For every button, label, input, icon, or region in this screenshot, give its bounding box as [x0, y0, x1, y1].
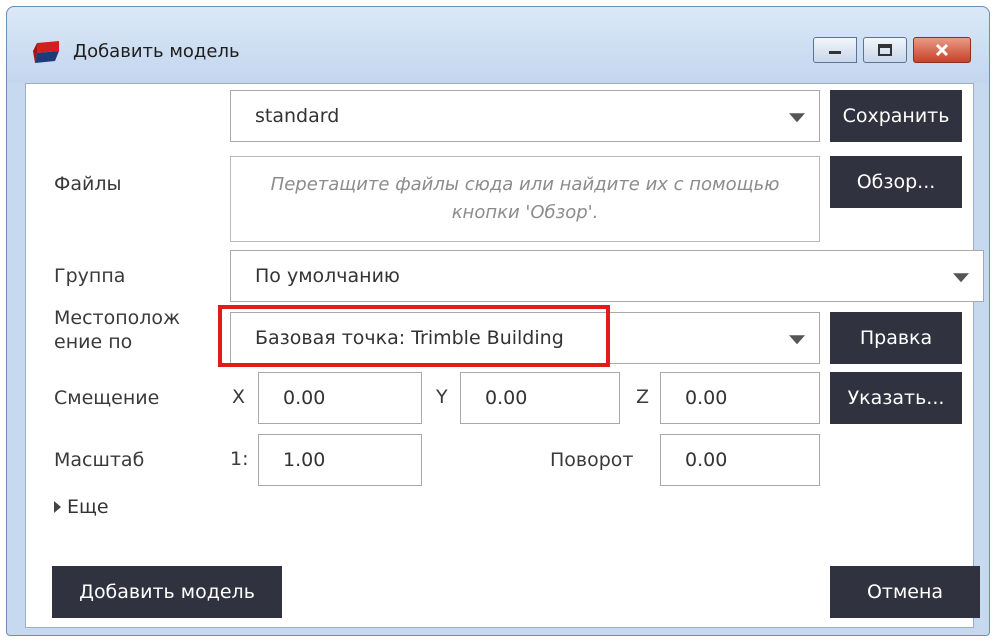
placement-value: Базовая точка: Trimble Building	[255, 327, 564, 349]
save-button[interactable]: Сохранить	[830, 90, 962, 142]
group-value: По умолчанию	[255, 265, 400, 287]
offset-label: Смещение	[54, 387, 160, 409]
more-label: Еще	[67, 496, 109, 518]
z-axis-label: Z	[636, 386, 650, 408]
window-title: Добавить модель	[73, 41, 240, 62]
chevron-down-icon	[953, 273, 969, 283]
chevron-down-icon	[789, 335, 805, 345]
rotation-label: Поворот	[550, 449, 634, 471]
scale-prefix: 1:	[230, 448, 249, 470]
title-bar[interactable]: Добавить модель	[7, 7, 989, 83]
close-icon	[935, 43, 949, 57]
scale-label: Масштаб	[54, 449, 145, 471]
offset-x-input[interactable]: 0.00	[258, 372, 422, 424]
app-logo-icon	[33, 41, 59, 63]
maximize-icon	[878, 44, 892, 56]
template-select[interactable]: standard	[230, 90, 820, 142]
minimize-icon	[829, 51, 841, 54]
browse-button[interactable]: Обзор...	[830, 156, 962, 208]
files-label: Файлы	[54, 173, 122, 195]
files-dropzone[interactable]: Перетащите файлы сюда или найдите их с п…	[230, 156, 820, 242]
cancel-button[interactable]: Отмена	[830, 566, 980, 618]
group-label: Группа	[54, 265, 126, 287]
dialog-content: standard Сохранить Файлы Перетащите файл…	[25, 83, 984, 628]
chevron-down-icon	[789, 113, 805, 123]
pick-button[interactable]: Указать...	[830, 372, 962, 424]
scale-input[interactable]: 1.00	[258, 434, 422, 486]
offset-y-input[interactable]: 0.00	[460, 372, 620, 424]
close-button[interactable]	[913, 37, 971, 63]
more-toggle[interactable]: Еще	[54, 496, 109, 518]
rotation-input[interactable]: 0.00	[660, 434, 820, 486]
offset-z-input[interactable]: 0.00	[660, 372, 820, 424]
group-select[interactable]: По умолчанию	[230, 250, 984, 302]
add-model-dialog: Добавить модель standard Сохранить Файлы…	[6, 6, 990, 636]
x-axis-label: X	[232, 386, 246, 408]
placement-label: Местополож ение по	[54, 307, 181, 353]
maximize-button[interactable]	[863, 37, 907, 63]
caret-right-icon	[54, 501, 61, 513]
placement-select[interactable]: Базовая точка: Trimble Building	[230, 312, 820, 364]
y-axis-label: Y	[436, 386, 448, 408]
minimize-button[interactable]	[813, 37, 857, 63]
edit-button[interactable]: Правка	[830, 312, 962, 364]
add-model-button[interactable]: Добавить модель	[52, 566, 282, 618]
template-value: standard	[255, 105, 340, 127]
dropzone-hint: Перетащите файлы сюда или найдите их с п…	[270, 174, 780, 223]
